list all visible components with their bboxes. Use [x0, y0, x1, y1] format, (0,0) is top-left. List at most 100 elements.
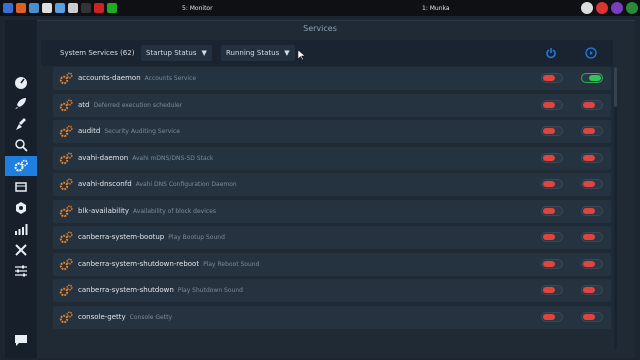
- sidebar-item-search[interactable]: [5, 135, 37, 155]
- workspace-munka[interactable]: 1: Munka: [422, 1, 450, 15]
- startup-toggle[interactable]: [541, 152, 563, 163]
- service-gear-icon: [59, 257, 73, 270]
- rocket-icon: [15, 98, 26, 109]
- service-name: console-getty Console Getty: [78, 313, 172, 321]
- service-name: canberra-system-bootup Play Bootup Sound: [78, 233, 225, 241]
- service-row[interactable]: auditd Security Auditing Service: [53, 120, 611, 143]
- settings-icon[interactable]: [68, 3, 78, 13]
- startup-toggle[interactable]: [541, 258, 563, 269]
- chevron-down-icon: ▼: [284, 49, 290, 57]
- service-description: Avahi mDNS/DNS-SD Stack: [132, 154, 214, 162]
- feedback-icon: [15, 335, 27, 346]
- running-toggle[interactable]: [581, 258, 603, 269]
- service-row[interactable]: canberra-system-shutdown Play Shutdown So…: [53, 279, 611, 302]
- service-row[interactable]: canberra-system-bootup Play Bootup Sound: [53, 226, 611, 249]
- startup-status-dropdown[interactable]: Startup Status ▼: [141, 45, 212, 61]
- power-icon[interactable]: [545, 47, 557, 59]
- service-row[interactable]: accounts-daemon Accounts Service: [53, 67, 611, 90]
- sidebar-item-services[interactable]: [5, 156, 37, 176]
- workspace-monitor[interactable]: 5: Monitor: [182, 1, 213, 15]
- media-icon[interactable]: [94, 3, 104, 13]
- processes-icon: [15, 182, 27, 192]
- running-toggle[interactable]: [581, 152, 603, 163]
- system-panel: 5: Monitor 1: Munka: [0, 0, 640, 16]
- sidebar-item-feedback[interactable]: [5, 330, 37, 350]
- service-name-text: avahi-dnsconfd: [78, 180, 132, 188]
- editor-icon[interactable]: [55, 3, 65, 13]
- service-description: Accounts Service: [144, 75, 197, 82]
- service-name: accounts-daemon Accounts Service: [78, 74, 196, 82]
- user-icon[interactable]: [581, 2, 593, 14]
- stacer-icon[interactable]: [596, 2, 608, 14]
- service-row[interactable]: canberra-system-shutdown-reboot Play Rebo…: [53, 252, 611, 276]
- service-description: Availability of block devices: [133, 207, 217, 215]
- service-description: Console Getty: [129, 313, 172, 321]
- settings-sliders-icon: [15, 265, 27, 277]
- service-name-text: avahi-daemon: [78, 153, 129, 162]
- resources-chart-icon: [15, 224, 28, 235]
- app2-icon[interactable]: [626, 2, 638, 14]
- service-row[interactable]: blk-availability Availability of block de…: [53, 199, 611, 223]
- startup-toggle[interactable]: [541, 205, 563, 216]
- service-description: Avahi DNS Configuration Daemon: [135, 181, 237, 188]
- app-icon[interactable]: [611, 2, 623, 14]
- app-launcher-icon[interactable]: [3, 3, 13, 13]
- services-count: System Services (62): [60, 49, 135, 57]
- services-gears-icon: [14, 159, 28, 172]
- files-icon[interactable]: [42, 3, 52, 13]
- screen: 5: Monitor 1: Munka Services System Serv…: [0, 0, 640, 360]
- startup-toggle[interactable]: [541, 73, 563, 83]
- service-description: Play Shutdown Sound: [177, 287, 243, 294]
- service-name: canberra-system-shutdown Play Shutdown So…: [78, 286, 243, 294]
- browser-icon[interactable]: [29, 3, 39, 13]
- service-name-text: atd: [78, 100, 90, 109]
- startup-toggle[interactable]: [541, 179, 563, 189]
- cleaner-brush-icon: [16, 118, 26, 130]
- sidebar-item-processes[interactable]: [5, 177, 37, 197]
- service-name: avahi-daemon Avahi mDNS/DNS-SD Stack: [78, 154, 213, 162]
- startup-toggle[interactable]: [541, 99, 563, 110]
- firefox-icon[interactable]: [16, 3, 26, 13]
- running-toggle[interactable]: [581, 285, 603, 295]
- sidebar-item-tools[interactable]: [5, 240, 37, 260]
- service-list: accounts-daemon Accounts Service atd Deferr…: [53, 67, 611, 349]
- service-row[interactable]: avahi-daemon Avahi mDNS/DNS-SD Stack: [53, 146, 611, 170]
- running-toggle[interactable]: [581, 179, 603, 189]
- running-toggle[interactable]: [581, 232, 603, 242]
- running-toggle[interactable]: [581, 205, 603, 216]
- sidebar-item-startup[interactable]: [5, 93, 37, 113]
- running-toggle[interactable]: [581, 126, 603, 136]
- scrollbar[interactable]: [614, 67, 617, 349]
- service-row[interactable]: avahi-dnsconfd Avahi DNS Configuration Da…: [53, 173, 611, 196]
- startup-toggle[interactable]: [541, 285, 563, 295]
- mouse-cursor-icon: [298, 50, 306, 60]
- sidebar-item-cleaner[interactable]: [5, 114, 37, 134]
- running-toggle[interactable]: [581, 99, 603, 110]
- sidebar-item-uninstaller[interactable]: [5, 198, 37, 218]
- scrollbar-thumb[interactable]: [614, 67, 617, 107]
- service-description: Deferred execution scheduler: [93, 101, 183, 109]
- terminal-icon[interactable]: [81, 3, 91, 13]
- service-name-text: console-getty: [78, 312, 126, 321]
- service-name-text: canberra-system-bootup: [78, 233, 165, 241]
- sidebar-item-settings[interactable]: [5, 261, 37, 281]
- workspace-monitor-label: 5: Monitor: [182, 4, 213, 12]
- running-status-dropdown[interactable]: Running Status ▼: [221, 45, 295, 61]
- running-toggle[interactable]: [581, 311, 603, 322]
- service-name-text: auditd: [78, 127, 101, 135]
- sidebar-item-dashboard[interactable]: [5, 72, 37, 92]
- startup-toggle[interactable]: [541, 126, 563, 136]
- service-name: atd Deferred execution scheduler: [78, 101, 182, 109]
- service-gear-icon: [59, 231, 73, 244]
- service-row[interactable]: atd Deferred execution scheduler: [53, 93, 611, 117]
- sidebar-item-resources[interactable]: [5, 219, 37, 239]
- startup-toggle[interactable]: [541, 232, 563, 242]
- running-toggle[interactable]: [581, 73, 603, 83]
- service-description: Play Reboot Sound: [203, 260, 260, 268]
- service-description: Play Bootup Sound: [168, 234, 225, 241]
- chevron-down-icon: ▼: [201, 49, 207, 57]
- service-row[interactable]: console-getty Console Getty: [53, 305, 611, 329]
- startup-toggle[interactable]: [541, 311, 563, 322]
- chat-icon[interactable]: [107, 3, 117, 13]
- play-circle-icon[interactable]: [585, 47, 597, 59]
